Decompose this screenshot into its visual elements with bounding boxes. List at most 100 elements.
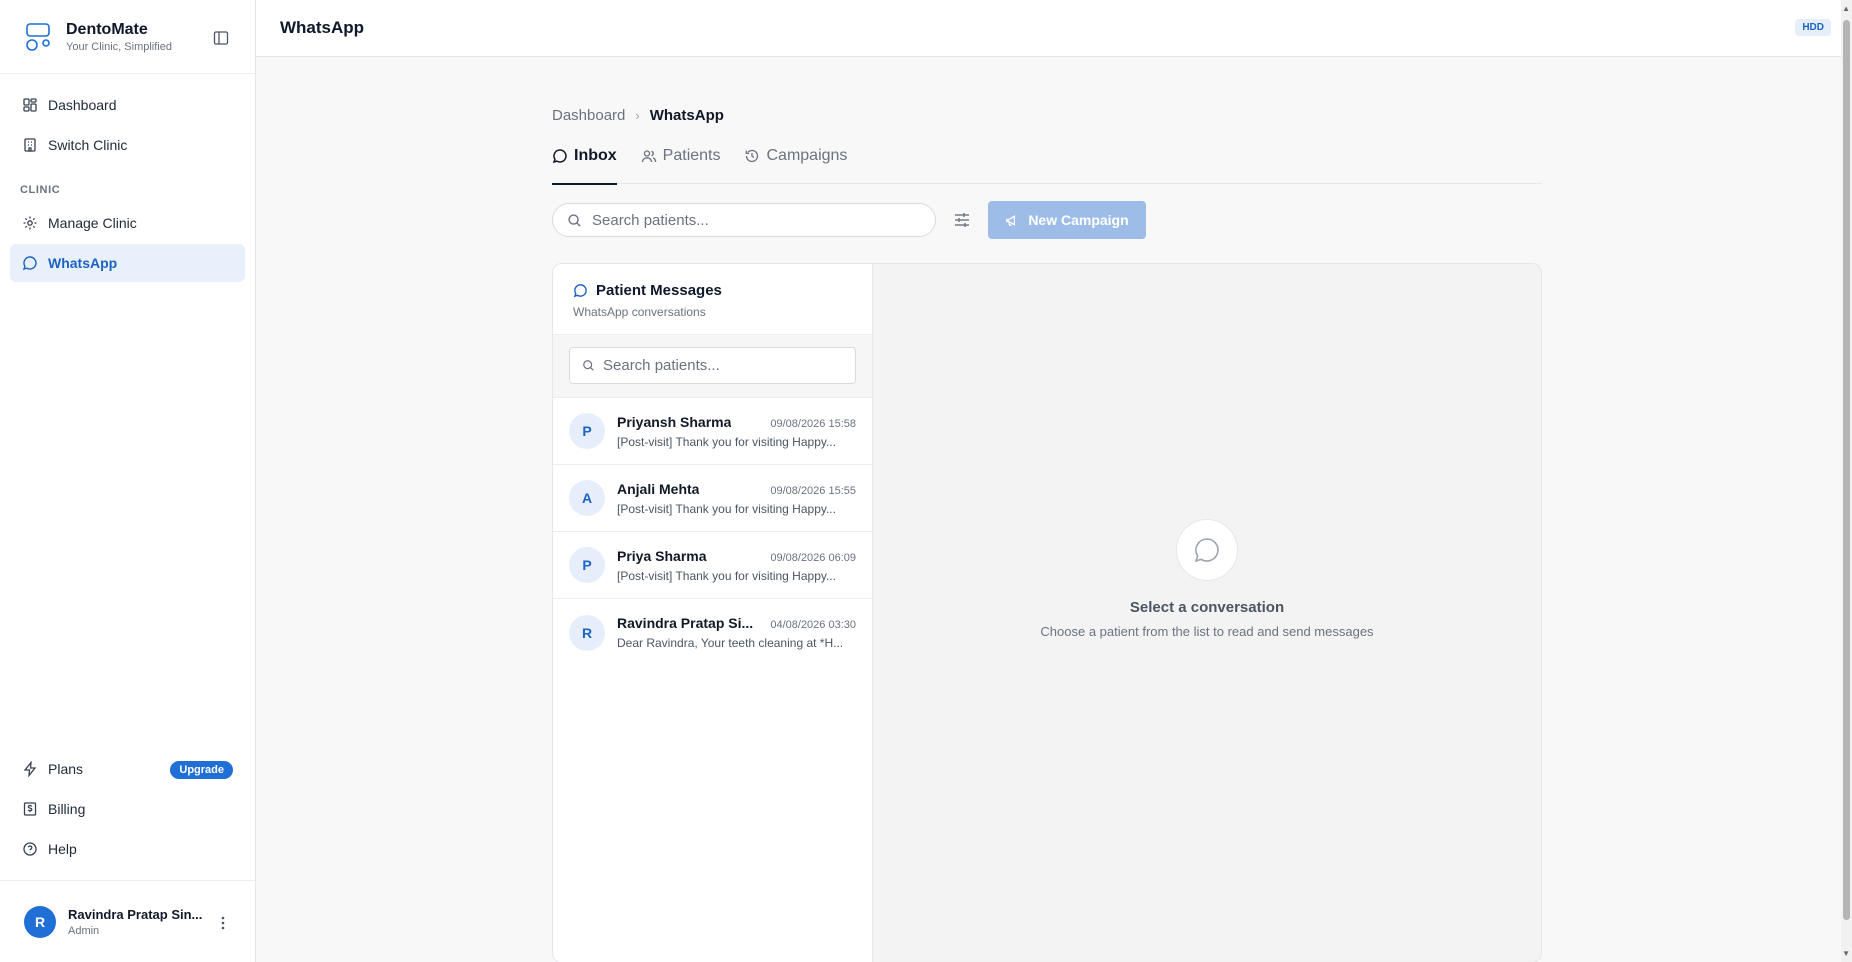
search-box[interactable]	[552, 203, 936, 237]
sidebar-item-label: WhatsApp	[48, 255, 118, 271]
sidebar-item-billing[interactable]: Billing	[10, 790, 245, 828]
scroll-down-icon[interactable]: ▼	[1842, 949, 1850, 958]
toolbar: New Campaign	[552, 201, 1542, 239]
sidebar-item-label: Billing	[48, 801, 86, 817]
conversation-preview: [Post-visit] Thank you for visiting Happ…	[617, 501, 836, 516]
conversation-time: 09/08/2026 06:09	[770, 551, 856, 564]
empty-state-circle	[1176, 519, 1238, 581]
sidebar-item-dashboard[interactable]: Dashboard	[10, 86, 245, 124]
list-search-wrap	[553, 335, 872, 398]
chat-icon	[552, 149, 567, 164]
sidebar-section-label: CLINIC	[20, 184, 61, 196]
sidebar-item-label: Plans	[48, 761, 84, 777]
gear-icon	[23, 216, 37, 230]
sidebar-item-manage-clinic[interactable]: Manage Clinic	[10, 204, 245, 242]
empty-state-subtitle: Choose a patient from the list to read a…	[1040, 624, 1374, 639]
sidebar: DentoMate Your Clinic, Simplified Dashbo…	[0, 0, 256, 962]
empty-state-title: Select a conversation	[1129, 599, 1285, 616]
main-content: Dashboard › WhatsApp Inbox Patients Camp…	[552, 100, 1542, 962]
conversation-name: Priyansh Sharma	[617, 413, 732, 430]
conversation-item[interactable]: R Ravindra Pratap Si... 04/08/2026 03:30…	[553, 599, 872, 666]
tab-label: Patients	[662, 147, 721, 164]
billing-icon	[23, 802, 37, 816]
conversation-list-title: Patient Messages	[573, 282, 852, 299]
conversation-name: Ravindra Pratap Si...	[617, 615, 754, 631]
dashboard-icon	[23, 98, 37, 112]
users-icon	[641, 150, 656, 163]
sidebar-nav: Dashboard Switch Clinic CLINIC Manage Cl…	[0, 74, 255, 296]
conversation-preview: [Post-visit] Thank you for visiting Happ…	[617, 434, 836, 449]
conversation-item[interactable]: P Priya Sharma 09/08/2026 06:09 [Post-vi…	[553, 532, 872, 599]
sidebar-item-label: Manage Clinic	[48, 215, 137, 231]
help-icon	[23, 842, 37, 856]
tab-label: Inbox	[574, 147, 617, 164]
tab-label: Campaigns	[766, 147, 848, 164]
brand[interactable]: DentoMate Your Clinic, Simplified	[0, 0, 255, 74]
user-menu[interactable]: R Ravindra Pratap Sin... Admin	[0, 880, 255, 962]
tab-campaigns[interactable]: Campaigns	[744, 142, 847, 184]
conversation-list-header: Patient Messages WhatsApp conversations	[553, 264, 872, 335]
conversation-item[interactable]: A Anjali Mehta 09/08/2026 15:55 [Post-vi…	[553, 465, 872, 532]
sidebar-item-label: Dashboard	[48, 97, 117, 113]
upgrade-badge[interactable]: Upgrade	[170, 761, 233, 779]
tab-patients[interactable]: Patients	[641, 142, 721, 184]
building-icon	[24, 138, 36, 152]
conversation-time: 04/08/2026 03:30	[770, 619, 856, 631]
scrollbar[interactable]: ▲ ▼	[1841, 0, 1852, 962]
history-icon	[746, 149, 759, 163]
scroll-up-icon[interactable]: ▲	[1842, 4, 1850, 13]
chat-icon	[573, 284, 587, 298]
chat-icon	[22, 256, 37, 271]
conversation-item[interactable]: P Priyansh Sharma 09/08/2026 15:58 [Post…	[553, 398, 872, 465]
list-search-box[interactable]	[569, 347, 856, 384]
megaphone-icon	[1006, 214, 1016, 226]
user-name: Ravindra Pratap Sin...	[68, 906, 203, 922]
empty-state: Select a conversation Choose a patient f…	[873, 264, 1541, 962]
new-campaign-label: New Campaign	[1028, 212, 1129, 228]
avatar: R	[569, 614, 605, 651]
sidebar-item-help[interactable]: Help	[10, 830, 245, 868]
conversation-name: Anjali Mehta	[617, 480, 700, 497]
brand-tagline: Your Clinic, Simplified	[66, 40, 172, 53]
conversation-preview: [Post-visit] Thank you for visiting Happ…	[617, 568, 836, 583]
new-campaign-button[interactable]: New Campaign	[988, 201, 1146, 239]
search-icon	[568, 213, 581, 227]
tab-bar: Inbox Patients Campaigns	[552, 142, 1542, 185]
avatar: P	[569, 413, 605, 449]
sidebar-item-switch-clinic[interactable]: Switch Clinic	[10, 126, 245, 164]
breadcrumb-current: WhatsApp	[649, 106, 724, 124]
avatar: R	[24, 905, 56, 938]
avatar: P	[569, 547, 605, 583]
lightning-icon	[23, 761, 37, 777]
conversation-name: Priya Sharma	[617, 547, 707, 564]
chat-bubble-icon	[1194, 538, 1219, 563]
filter-sliders-icon[interactable]	[952, 210, 972, 230]
breadcrumb-separator: ›	[635, 107, 640, 123]
patient-search-input[interactable]	[603, 357, 843, 374]
search-input[interactable]	[592, 211, 912, 229]
sidebar-item-label: Switch Clinic	[48, 137, 128, 153]
sidebar-item-whatsapp[interactable]: WhatsApp	[10, 244, 245, 282]
logo-icon	[26, 22, 50, 51]
sidebar-toggle-icon[interactable]	[213, 30, 229, 46]
conversation-time: 09/08/2026 15:58	[770, 417, 856, 430]
panel-subtitle: WhatsApp conversations	[573, 305, 706, 319]
panel-title: Patient Messages	[596, 282, 722, 299]
messages-panel: Patient Messages WhatsApp conversations …	[552, 263, 1542, 962]
more-vertical-icon[interactable]	[221, 915, 225, 931]
tab-inbox[interactable]: Inbox	[552, 142, 617, 185]
page-title: WhatsApp	[280, 18, 365, 37]
scroll-thumb[interactable]	[1843, 20, 1850, 920]
top-header: WhatsApp HDD	[256, 0, 1841, 57]
conversation-preview: Dear Ravindra, Your teeth cleaning at *H…	[617, 636, 844, 650]
brand-name: DentoMate	[66, 20, 148, 38]
breadcrumb: Dashboard › WhatsApp	[552, 100, 1542, 130]
sidebar-bottom-nav: Plans Upgrade Billing Help	[10, 750, 245, 870]
sidebar-item-label: Help	[48, 841, 77, 857]
breadcrumb-root[interactable]: Dashboard	[552, 107, 625, 124]
conversation-time: 09/08/2026 15:55	[770, 484, 856, 497]
status-badge: HDD	[1795, 19, 1831, 36]
conversation-list: Patient Messages WhatsApp conversations …	[553, 264, 873, 962]
avatar: A	[569, 480, 605, 516]
sidebar-item-plans[interactable]: Plans Upgrade	[10, 750, 245, 788]
